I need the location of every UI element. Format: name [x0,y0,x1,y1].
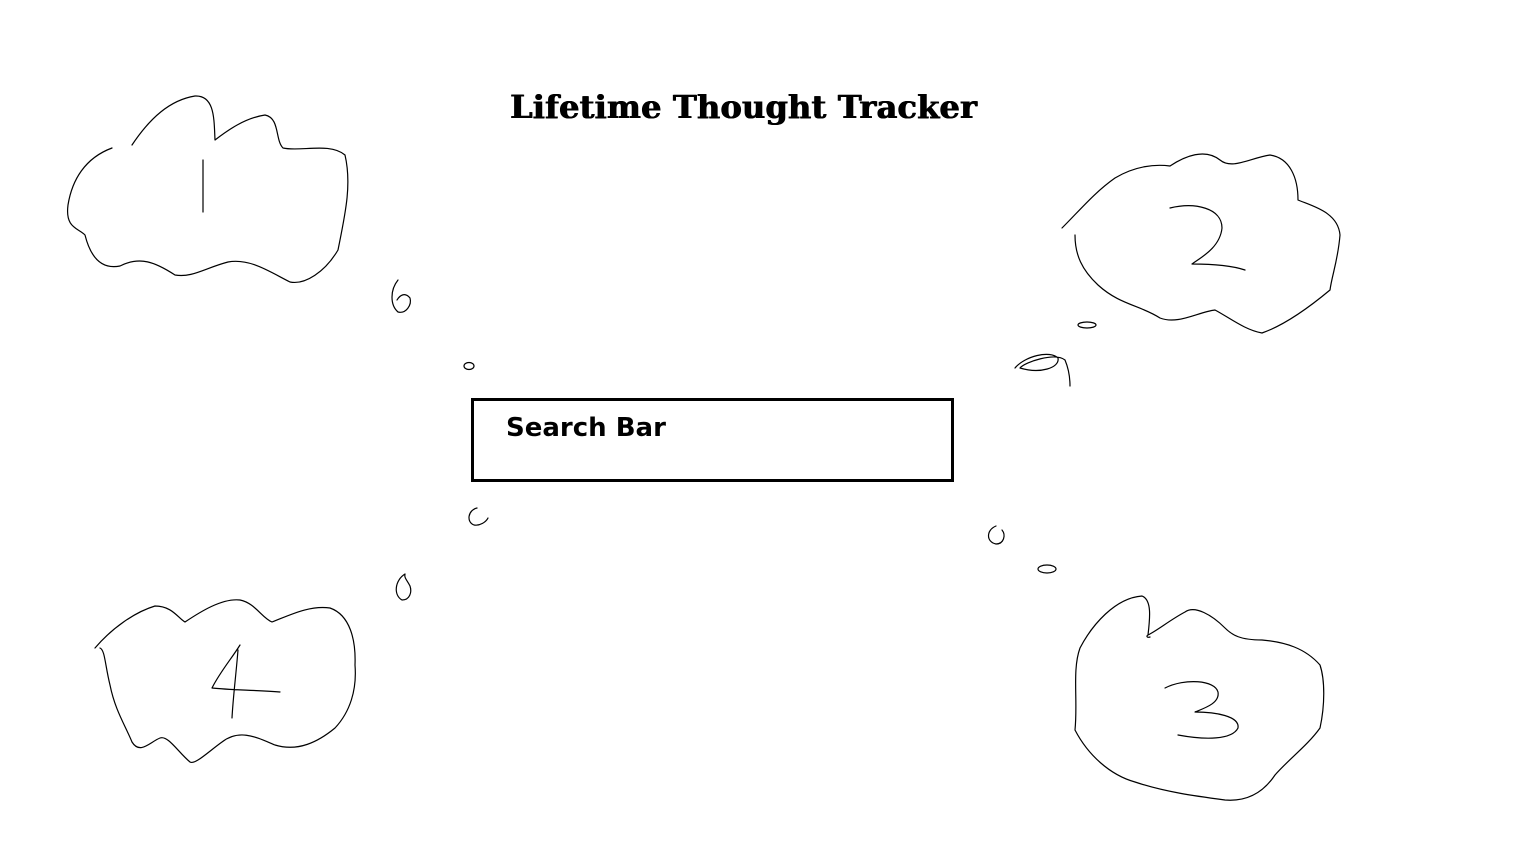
thought-trail-3 [987,525,1057,574]
trail-bubble [1077,321,1097,329]
trail-bubble [395,573,412,601]
search-bar[interactable]: Search Bar [471,398,954,482]
cloud-outline [1074,595,1325,801]
thought-trail-1 [391,279,475,371]
thought-cloud-4[interactable]: 4 [94,599,356,764]
thought-trail-4 [395,507,489,601]
cloud-outline [94,599,356,764]
cloud-label-4 [211,644,281,719]
trail-bubble [1014,353,1071,387]
cloud-label-3 [1164,681,1239,739]
cloud-label-2 [1169,205,1246,271]
cloud-outline [66,95,349,284]
trail-bubble [1037,564,1057,574]
thought-cloud-1[interactable]: 1 [66,95,349,284]
trail-bubble [468,507,489,526]
search-bar-label: Search Bar [506,413,666,443]
thought-trail-2 [1014,321,1097,387]
trail-bubble [463,361,475,371]
thought-cloud-2[interactable]: 2 [1061,153,1341,334]
thought-cloud-3[interactable]: 3 [1074,595,1325,801]
page-title: Lifetime Thought Tracker [510,88,978,126]
trail-bubble [391,279,411,313]
trail-bubble [987,525,1005,545]
cloud-outline [1061,153,1341,334]
